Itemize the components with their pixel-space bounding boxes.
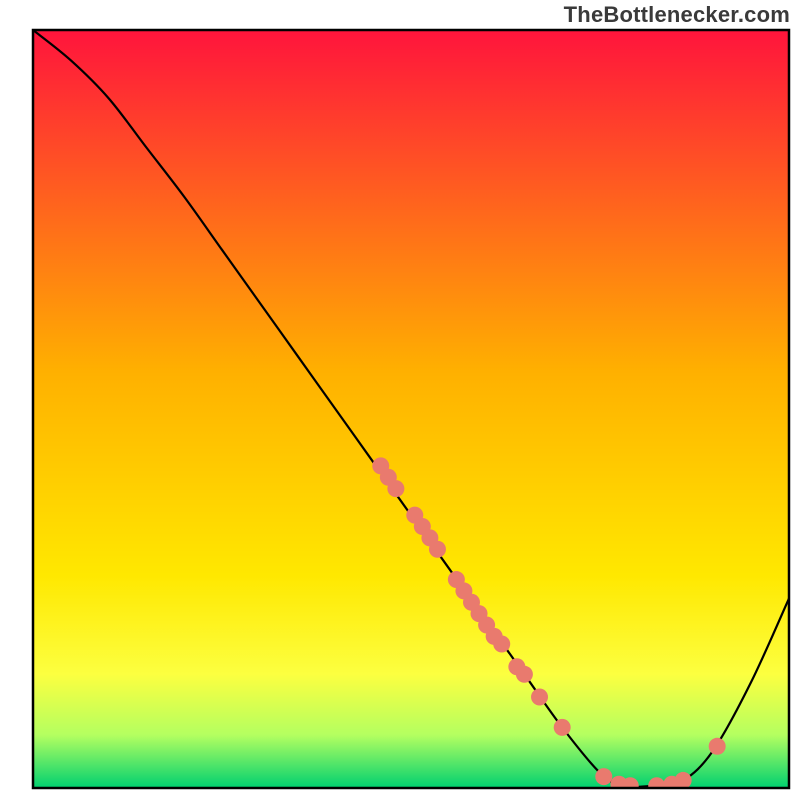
- data-dot: [709, 738, 726, 755]
- data-dot: [648, 777, 665, 794]
- data-dot: [554, 719, 571, 736]
- data-dot: [516, 666, 533, 683]
- bottleneck-chart: [0, 0, 800, 800]
- data-dot: [493, 635, 510, 652]
- data-dot: [429, 541, 446, 558]
- data-dot: [387, 480, 404, 497]
- data-dot: [622, 777, 639, 794]
- data-dot: [675, 772, 692, 789]
- data-dot: [531, 689, 548, 706]
- watermark-text: TheBottlenecker.com: [564, 2, 790, 28]
- data-dot: [595, 768, 612, 785]
- plot-background: [33, 30, 789, 788]
